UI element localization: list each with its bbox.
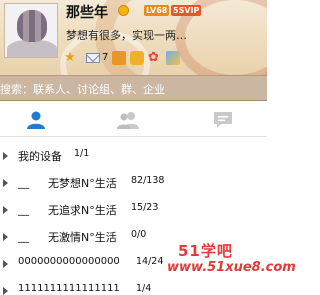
online-status-icon[interactable] [118,5,129,16]
group-prefix: __ [18,176,29,189]
group-count: 0/0 [131,229,147,240]
group-prefix: __ [18,203,29,216]
expand-arrow-icon[interactable] [3,206,8,214]
level-badge[interactable]: LV68 [144,5,170,16]
group-count: 82/138 [131,175,165,186]
list-item[interactable]: __ 无梦想N°生活 82/138 [0,164,267,192]
vip-badge[interactable]: 5SVIP [171,5,202,16]
signature[interactable]: 梦想有很多，实现一两… [66,27,187,43]
group-prefix: __ [18,230,29,243]
nickname[interactable]: 那些年 [66,2,108,22]
tab-groups[interactable] [89,101,178,137]
flower-icon[interactable]: ✿ [148,51,162,65]
people-icon [117,112,139,129]
expand-arrow-icon[interactable] [3,152,8,160]
site-watermark: 51学吧 www.51xue8.com [165,240,296,295]
expand-arrow-icon[interactable] [3,233,8,241]
watermark-url: www.51xue8.com [167,260,296,275]
puzzle-icon[interactable] [112,51,126,65]
cards-icon[interactable] [166,51,180,65]
mail-count: 7 [102,52,109,63]
tab-contacts[interactable] [0,101,89,137]
search-input[interactable]: 搜索：联系人、讨论组、群、企业 [0,75,267,101]
group-name: 无激情N°生活 [48,231,117,244]
list-item[interactable]: __ 无追求N°生活 15/23 [0,191,267,219]
expand-arrow-icon[interactable] [3,260,8,268]
expand-arrow-icon[interactable] [3,287,8,295]
group-count: 1/4 [136,283,152,294]
group-count: 1/1 [74,148,90,159]
group-name: 无追求N°生活 [48,204,117,217]
group-name: 0000000000000000 [18,256,120,267]
person-icon [27,111,45,129]
star-icon[interactable]: ★ [64,51,78,65]
watermark-title: 51学吧 [178,242,233,260]
tab-recent[interactable] [178,101,267,137]
list-item[interactable]: 我的设备 1/1 [0,137,267,165]
group-count: 14/24 [136,256,164,267]
mail-icon[interactable] [86,53,100,63]
avatar[interactable] [4,3,58,58]
expand-arrow-icon[interactable] [3,179,8,187]
group-count: 15/23 [131,202,159,213]
chat-bubble-icon [214,112,232,128]
search-placeholder: 搜索：联系人、讨论组、群、企业 [0,83,165,96]
group-name: 1111111111111111 [18,283,120,294]
tab-bar [0,101,267,137]
profile-header: 那些年 LV68 5SVIP 梦想有很多，实现一两… ★ 7 ✿ [0,0,267,75]
group-name: 我的设备 [18,150,62,163]
group-name: 无梦想N°生活 [48,177,117,190]
bag-icon[interactable] [130,51,144,65]
